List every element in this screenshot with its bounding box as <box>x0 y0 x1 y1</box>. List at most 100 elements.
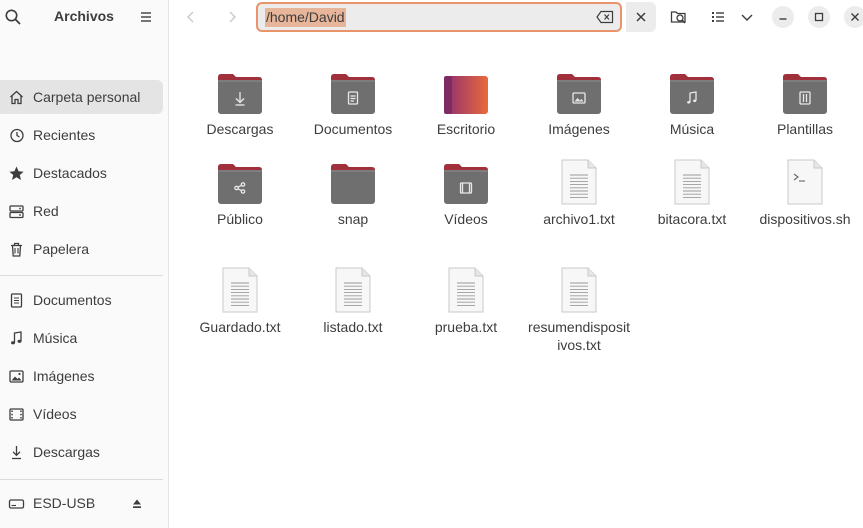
folder-icon <box>640 66 744 116</box>
text-file-icon <box>301 264 405 314</box>
text-file-icon <box>640 156 744 206</box>
search-in-folder-button[interactable] <box>666 4 692 30</box>
file-name-label: Descargas <box>206 121 274 137</box>
star-icon <box>8 165 25 182</box>
folder-icon <box>301 66 405 116</box>
view-list-button[interactable] <box>705 4 731 30</box>
sidebar-item-label: Papelera <box>33 241 90 257</box>
home-icon <box>8 89 25 106</box>
file-name-label: Escritorio <box>436 121 496 137</box>
file-name-label: resumendispositivos.txt <box>528 319 630 353</box>
sidebar-item-imagenes[interactable]: Imágenes <box>0 359 163 393</box>
desktop-folder-icon <box>414 66 518 116</box>
close-icon <box>851 13 859 21</box>
sidebar-item-label: Documentos <box>33 292 112 308</box>
recent-icon <box>8 127 25 144</box>
folder-icon <box>527 66 631 116</box>
maximize-icon <box>814 12 824 22</box>
document-icon <box>8 292 25 309</box>
sidebar: Archivos Carpeta personal Recientes Dest… <box>0 0 169 528</box>
folder-item-v-deos[interactable]: Vídeos <box>414 156 518 228</box>
file-name-label: archivo1.txt <box>543 211 615 227</box>
folder-search-icon <box>670 11 686 24</box>
folder-icon <box>753 66 857 116</box>
drive-icon <box>8 495 25 512</box>
file-item-prueba-txt[interactable]: prueba.txt <box>414 264 518 336</box>
minimize-button[interactable] <box>772 6 794 28</box>
close-window-button[interactable] <box>844 6 863 28</box>
sidebar-item-documentos[interactable]: Documentos <box>0 283 163 317</box>
sidebar-header: Archivos <box>0 0 168 34</box>
sidebar-item-papelera[interactable]: Papelera <box>0 232 163 266</box>
file-item-guardado-txt[interactable]: Guardado.txt <box>188 264 292 336</box>
file-name-label: bitacora.txt <box>657 211 727 227</box>
folder-item-im-genes[interactable]: Imágenes <box>527 66 631 138</box>
sidebar-item-esd-usb[interactable]: ESD-USB <box>0 486 163 520</box>
chevron-left-icon <box>187 11 194 23</box>
maximize-button[interactable] <box>808 6 830 28</box>
back-button[interactable] <box>178 4 204 30</box>
file-item-listado-txt[interactable]: listado.txt <box>301 264 405 336</box>
trash-icon <box>8 241 25 258</box>
file-item-archivo1-txt[interactable]: archivo1.txt <box>527 156 631 228</box>
file-name-label: snap <box>337 211 369 227</box>
folder-item-documentos[interactable]: Documentos <box>301 66 405 138</box>
file-name-label: Música <box>669 121 715 137</box>
file-name-label: Guardado.txt <box>199 319 281 335</box>
download-icon <box>8 444 25 461</box>
chevron-right-icon <box>229 11 236 23</box>
sidebar-divider <box>0 479 163 480</box>
sidebar-item-red[interactable]: Red <box>0 194 163 228</box>
folder-item-escritorio[interactable]: Escritorio <box>414 66 518 138</box>
folder-icon <box>414 156 518 206</box>
network-icon <box>8 203 25 220</box>
image-icon <box>8 368 25 385</box>
close-path-button[interactable] <box>626 2 656 32</box>
forward-button[interactable] <box>219 4 245 30</box>
sidebar-item-destacados[interactable]: Destacados <box>0 156 163 190</box>
file-name-label: dispositivos.sh <box>759 211 851 227</box>
folder-item-snap[interactable]: snap <box>301 156 405 228</box>
sidebar-item-label: Vídeos <box>33 406 77 422</box>
folder-icon <box>188 156 292 206</box>
file-item-bitacora-txt[interactable]: bitacora.txt <box>640 156 744 228</box>
sidebar-item-label: Red <box>33 203 59 219</box>
folder-icon <box>301 156 405 206</box>
file-item-resumendispositivos-txt[interactable]: resumendispositivos.txt <box>527 264 631 354</box>
folder-item-descargas[interactable]: Descargas <box>188 66 292 138</box>
file-name-label: Imágenes <box>548 121 610 137</box>
file-grid: Descargas Documentos Escritorio Imágenes… <box>170 40 863 528</box>
eject-icon[interactable] <box>132 497 142 509</box>
sidebar-item-label: Descargas <box>33 444 100 460</box>
folder-item-plantillas[interactable]: Plantillas <box>753 66 857 138</box>
sidebar-item-videos[interactable]: Vídeos <box>0 397 163 431</box>
view-options-button[interactable] <box>734 4 760 30</box>
sidebar-item-recientes[interactable]: Recientes <box>0 118 163 152</box>
clear-text-icon[interactable] <box>596 10 614 24</box>
list-view-icon <box>712 12 724 22</box>
location-entry[interactable]: /home/David <box>256 2 622 32</box>
folder-item-p-blico[interactable]: Público <box>188 156 292 228</box>
script-file-icon <box>753 156 857 206</box>
file-item-dispositivos-sh[interactable]: dispositivos.sh <box>753 156 857 228</box>
file-name-label: Documentos <box>313 121 393 137</box>
sidebar-item-label: Destacados <box>33 165 107 181</box>
folder-icon <box>188 66 292 116</box>
file-name-label: Vídeos <box>444 211 488 227</box>
close-icon <box>636 12 646 22</box>
sidebar-item-descargas[interactable]: Descargas <box>0 435 163 469</box>
file-name-label: Público <box>217 211 263 227</box>
sidebar-divider <box>0 275 163 276</box>
sidebar-item-label: ESD-USB <box>33 495 96 511</box>
sidebar-item-label: Carpeta personal <box>33 89 141 105</box>
text-file-icon <box>188 264 292 314</box>
sidebar-item-musica[interactable]: Música <box>0 321 163 355</box>
text-file-icon <box>414 264 518 314</box>
menu-icon[interactable] <box>136 7 156 27</box>
folder-item-m-sica[interactable]: Música <box>640 66 744 138</box>
location-text[interactable]: /home/David <box>265 8 346 27</box>
sidebar-item-label: Música <box>33 330 78 346</box>
sidebar-item-carpeta-personal[interactable]: Carpeta personal <box>0 80 163 114</box>
file-name-label: Plantillas <box>776 121 834 137</box>
text-file-icon <box>527 264 631 314</box>
